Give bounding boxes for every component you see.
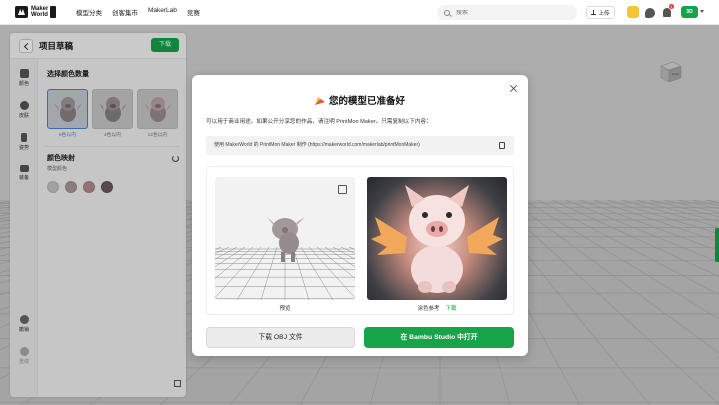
avatar[interactable]: 3D bbox=[681, 6, 698, 18]
upload-button[interactable]: 上传 bbox=[586, 6, 615, 19]
preview-render bbox=[215, 217, 355, 300]
close-icon[interactable] bbox=[509, 84, 518, 93]
reference-label: 涂色参考 bbox=[417, 306, 440, 312]
nav-item-contests[interactable]: 竞赛 bbox=[187, 7, 200, 17]
notification-bell-icon[interactable] bbox=[663, 8, 671, 17]
dialog-description: 可以用于商业用途。如果公开分享您的作品，请注明 PrintMon Maker。只… bbox=[206, 119, 432, 125]
chevron-down-icon[interactable] bbox=[700, 10, 704, 13]
pig-illustration bbox=[371, 185, 503, 293]
logo-icon bbox=[15, 6, 28, 18]
coloring-reference-image[interactable] bbox=[367, 177, 507, 300]
upload-icon bbox=[591, 10, 597, 15]
party-popper-icon bbox=[314, 97, 325, 105]
logo-badge-icon bbox=[50, 6, 57, 18]
download-obj-button[interactable]: 下载 OBJ 文件 bbox=[206, 327, 355, 348]
upload-label: 上传 bbox=[598, 10, 610, 17]
coin-icon[interactable] bbox=[627, 6, 639, 18]
expand-icon[interactable] bbox=[338, 185, 347, 194]
nav-item-market[interactable]: 创客集市 bbox=[112, 7, 138, 17]
makerworld-logo[interactable]: Maker World bbox=[15, 6, 63, 18]
top-navigation: Maker World 模型分类 创客集市 MakerLab 竞赛 上传 1 3… bbox=[0, 0, 719, 25]
search-input[interactable] bbox=[456, 9, 566, 16]
logo-line2: World bbox=[31, 12, 48, 18]
main-nav: 模型分类 创客集市 MakerLab 竞赛 bbox=[76, 7, 200, 17]
open-in-bambu-studio-button[interactable]: 在 Bambu Studio 中打开 bbox=[364, 327, 514, 348]
model-preview[interactable] bbox=[215, 177, 355, 300]
copy-icon[interactable] bbox=[499, 142, 505, 149]
attribution-text-box[interactable]: 使用 MakerWorld 的 PrintMon Maker 制作 (https… bbox=[206, 136, 514, 155]
reference-download-link[interactable]: 下载 bbox=[446, 306, 457, 312]
preview-card: 预览 涂色参考 下载 bbox=[206, 166, 514, 315]
model-ready-dialog: 您的模型已准备好 可以用于商业用途。如果公开分享您的作品，请注明 PrintMo… bbox=[192, 75, 528, 356]
attribution-text: 使用 MakerWorld 的 PrintMon Maker 制作 (https… bbox=[214, 142, 420, 148]
message-icon[interactable] bbox=[645, 8, 655, 18]
search-box[interactable] bbox=[437, 5, 577, 20]
notification-badge: 1 bbox=[669, 4, 674, 9]
nav-item-categories[interactable]: 模型分类 bbox=[76, 7, 102, 17]
dialog-title: 您的模型已准备好 bbox=[328, 96, 405, 107]
nav-item-makerlab[interactable]: MakerLab bbox=[148, 7, 177, 17]
search-icon bbox=[444, 9, 450, 16]
preview-label: 预览 bbox=[279, 306, 291, 312]
